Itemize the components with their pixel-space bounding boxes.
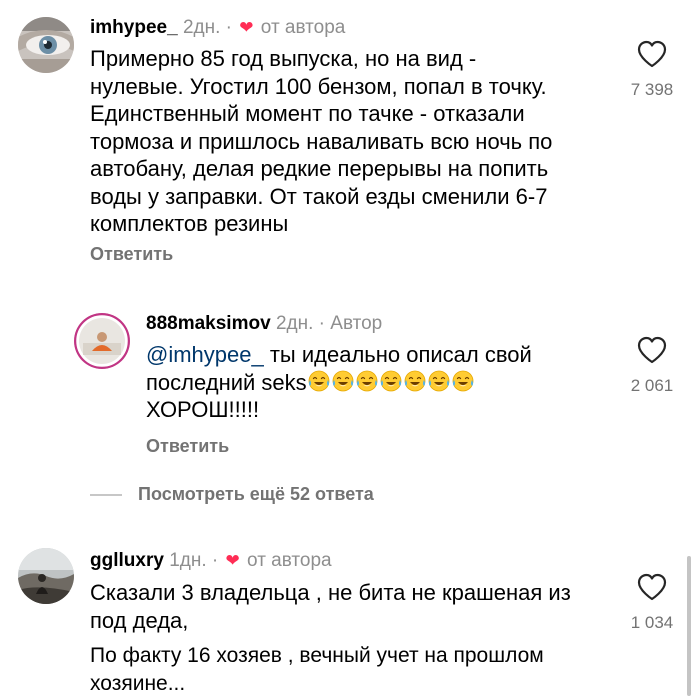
comment-age: 2дн. bbox=[275, 313, 314, 334]
reply-button[interactable]: Ответить bbox=[90, 244, 173, 265]
avatar-imhypee[interactable] bbox=[18, 17, 74, 73]
avatar-888maksimov[interactable] bbox=[74, 313, 130, 369]
comment-line: Единственный момент по тачке - отказали bbox=[90, 101, 525, 126]
comment-line: хозяине... bbox=[90, 671, 186, 695]
comment-text: Сказали 3 владельца , не бита не крашена… bbox=[90, 579, 571, 634]
comment-age: 1дн. bbox=[169, 550, 207, 571]
comment-age: 2дн. bbox=[182, 17, 221, 38]
comment-text: @imhypee_ ты идеально описал свой послед… bbox=[146, 341, 532, 424]
comment-line: Сказали 3 владельца , не бита не крашена… bbox=[90, 580, 571, 605]
comment-line: нулевые. Угостил 100 бензом, попал в точ… bbox=[90, 73, 547, 99]
scrollbar[interactable] bbox=[687, 556, 691, 696]
view-more-replies-button[interactable]: Посмотреть ещё 52 ответа bbox=[138, 484, 374, 505]
author-label: Автор bbox=[330, 313, 383, 334]
comment-line: воды у заправки. От такой езды сменили 6… bbox=[90, 183, 548, 209]
comment-meta: gglluxry 1дн. · ❤ от автора bbox=[90, 550, 332, 572]
tears-of-joy-emoji bbox=[380, 370, 402, 391]
author-liked-label: от автора bbox=[260, 17, 346, 38]
username[interactable]: 888maksimov bbox=[146, 313, 271, 334]
comment-line: под деда, bbox=[90, 607, 189, 633]
separator: · bbox=[225, 17, 232, 38]
comment-line: @imhypee_ ты идеально описал свой bbox=[146, 341, 532, 369]
comment-line: ХОРОШ!!!!! bbox=[146, 397, 260, 422]
view-more-divider bbox=[90, 494, 122, 496]
username[interactable]: imhypee_ bbox=[90, 17, 178, 38]
comment-text: По факту 16 хозяев , вечный учет на прош… bbox=[90, 642, 544, 697]
tears-of-joy-emoji bbox=[308, 370, 330, 391]
like-count: 7 398 bbox=[630, 80, 674, 99]
red-heart-icon: ❤ bbox=[239, 18, 254, 37]
tears-of-joy-emoji bbox=[356, 370, 378, 391]
separator: · bbox=[211, 550, 219, 571]
comment-text: Примерно 85 год выпуска, но на вид - нул… bbox=[90, 45, 552, 238]
comment-meta: 888maksimov 2дн. · Автор bbox=[146, 313, 382, 335]
username[interactable]: gglluxry bbox=[90, 550, 164, 571]
comment-meta: imhypee_ 2дн. · ❤ от автора bbox=[90, 17, 345, 39]
reply-button[interactable]: Ответить bbox=[146, 436, 229, 457]
heart-outline-icon[interactable] bbox=[637, 40, 667, 68]
red-heart-icon: ❤ bbox=[225, 551, 240, 570]
comment-line: Примерно 85 год выпуска, но на вид - bbox=[90, 46, 477, 71]
mention-link[interactable]: @imhypee_ bbox=[146, 342, 264, 367]
comment-text-part: ты идеально описал свой bbox=[263, 342, 532, 367]
heart-outline-icon[interactable] bbox=[637, 573, 667, 601]
separator: · bbox=[318, 313, 325, 334]
comment-line: комплектов резины bbox=[90, 211, 289, 236]
avatar-gglluxry[interactable] bbox=[18, 548, 74, 604]
tears-of-joy-emoji bbox=[428, 370, 450, 391]
like-count: 1 034 bbox=[630, 613, 674, 632]
comment-line: тормоза и пришлось наваливать всю ночь п… bbox=[90, 128, 553, 154]
tears-of-joy-emoji bbox=[452, 370, 474, 391]
tears-of-joy-emoji bbox=[404, 370, 426, 391]
tears-of-joy-emoji bbox=[332, 370, 354, 391]
like-count: 2 061 bbox=[630, 376, 674, 395]
comment-line: последний seks bbox=[146, 369, 532, 397]
comment-text-part: последний seks bbox=[146, 369, 307, 395]
heart-outline-icon[interactable] bbox=[637, 336, 667, 364]
author-liked-label: от автора bbox=[247, 550, 332, 571]
emoji-row bbox=[307, 370, 475, 395]
comment-line: По факту 16 хозяев , вечный учет на прош… bbox=[90, 644, 544, 667]
comment-line: автобану, делая редкие перерывы на попит… bbox=[90, 156, 549, 181]
